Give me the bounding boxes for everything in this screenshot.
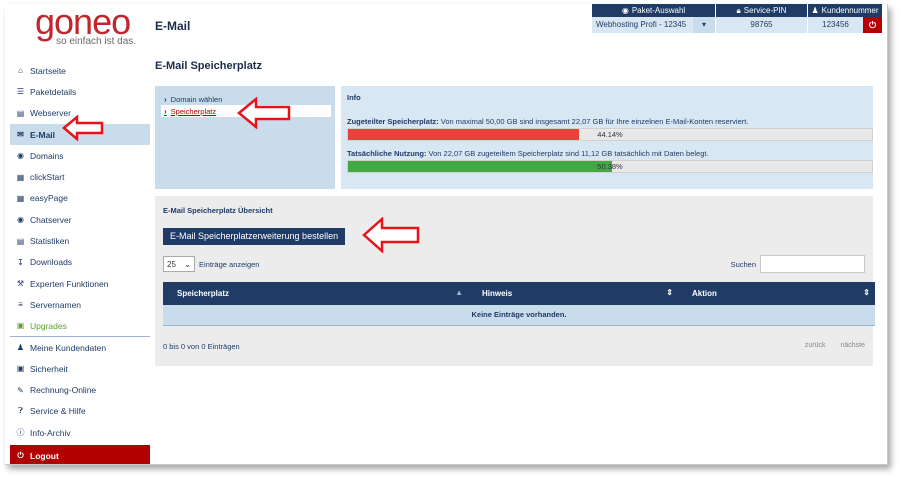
used-text: Tatsächliche Nutzung: Von 22,07 GB zuget… <box>347 149 709 158</box>
allocated-progress-bar: 44.14% <box>347 128 873 141</box>
sidebar-item-domains[interactable]: ◉ Domains <box>10 145 150 166</box>
empty-message: Keine Einträge vorhanden. <box>163 305 875 326</box>
sidebar-item-kundendaten[interactable]: ♟ Meine Kundendaten <box>10 337 150 358</box>
sidebar-item-easypage[interactable]: ▦ easyPage <box>10 188 150 209</box>
envelope-icon: ✉ <box>17 130 24 140</box>
arrow-annotation-order <box>362 217 420 253</box>
overview-panel: E-Mail Speicherplatz Übersicht E-Mail Sp… <box>155 196 875 366</box>
sidebar-item-chatserver[interactable]: ◉ Chatserver <box>10 209 150 230</box>
section-title: E-Mail Speicherplatz <box>155 60 262 72</box>
wrench-icon: ⚒ <box>16 279 25 289</box>
chevron-right-icon: › <box>164 106 167 116</box>
arrow-annotation-email <box>62 115 104 141</box>
package-icon: ◉ <box>621 6 629 15</box>
chevron-right-icon: › <box>164 94 167 104</box>
sidebar-item-logout[interactable]: ⏻ Logout <box>10 445 150 464</box>
sidebar-item-rechnung[interactable]: ✎ Rechnung-Online <box>10 379 150 400</box>
page-length-select[interactable]: 25 ⌄ <box>163 256 195 272</box>
sidebar-item-upgrades[interactable]: ▣ Upgrades <box>10 316 150 337</box>
customer-header: ♟ Kundennummer <box>808 4 882 17</box>
sidebar-item-sicherheit[interactable]: ▣ Sicherheit <box>10 358 150 379</box>
pagination: zurück nächste <box>805 342 865 351</box>
column-aktion[interactable]: Aktion ⇕ <box>678 282 875 305</box>
info-title: Info <box>347 93 361 102</box>
allocated-percent: 44.14% <box>597 130 623 139</box>
sort-icon: ⇕ <box>863 288 870 297</box>
grid-icon: ▦ <box>16 193 25 203</box>
used-progress-bar: 50.38% <box>347 160 873 173</box>
sidebar-item-paketdetails[interactable]: ☰ Paketdetails <box>10 81 150 102</box>
app-window: goneo so einfach ist das. E-Mail ◉ Paket… <box>5 4 888 465</box>
storage-table: Speicherplatz ▲ Hinweis ⇕ Aktion ⇕ Keine Ei… <box>163 282 875 326</box>
table-summary: 0 bis 0 von 0 Einträgen <box>163 341 240 351</box>
order-storage-button[interactable]: E-Mail Speicherplatzerweiterung bestelle… <box>163 228 346 245</box>
power-icon: ⏻ <box>17 450 24 460</box>
sidebar-item-startseite[interactable]: ⌂ Startseite <box>10 60 150 81</box>
page-length-control: 25 ⌄ Einträge anzeigen <box>163 256 259 272</box>
sort-icon: ⇕ <box>666 288 673 297</box>
chevron-down-icon: ⌄ <box>184 259 191 269</box>
user-icon: ♟ <box>811 6 819 15</box>
table-row: Keine Einträge vorhanden. <box>163 305 875 326</box>
search-label: Suchen <box>730 259 756 269</box>
server-icon: ▤ <box>16 108 25 118</box>
used-percent: 50.38% <box>597 162 623 171</box>
sidebar-item-experten[interactable]: ⚒ Experten Funktionen <box>10 273 150 294</box>
pin-value: 98765 <box>716 17 808 33</box>
info-panel: Info Zugeteilter Speicherplatz: Von maxi… <box>341 86 873 189</box>
sidebar-item-servernamen[interactable]: ≡ Servernamen <box>10 294 150 315</box>
chart-icon: ▤ <box>16 236 25 246</box>
search-control: Suchen <box>731 255 865 273</box>
pencil-icon: ✎ <box>17 385 24 395</box>
arrow-annotation-speicherplatz <box>237 97 291 129</box>
download-icon: ↧ <box>17 257 24 267</box>
home-icon: ⌂ <box>18 66 23 76</box>
package-select[interactable]: Webhosting Profi - 12345 ▾ <box>592 17 716 33</box>
allocated-text: Zugeteilter Speicherplatz: Von maximal 5… <box>347 117 749 126</box>
question-icon: ❓︎ <box>18 406 23 416</box>
logo-tagline: so einfach ist das. <box>56 36 137 47</box>
brand-logo[interactable]: goneo so einfach ist das. <box>25 4 145 50</box>
list-icon: ☰ <box>16 87 25 97</box>
cart-icon: ▣ <box>16 321 25 331</box>
caret-down-icon[interactable]: ▾ <box>693 17 715 33</box>
overview-title: E-Mail Speicherplatz Übersicht <box>163 206 273 215</box>
sidebar-item-downloads[interactable]: ↧ Downloads <box>10 252 150 273</box>
globe-icon: ◉ <box>17 151 24 161</box>
page-header-title: E-Mail <box>155 19 191 33</box>
sidebar-item-info-archiv[interactable]: ⓘ Info-Archiv <box>10 422 150 443</box>
column-hinweis[interactable]: Hinweis ⇕ <box>468 282 678 305</box>
user-icon: ♟ <box>16 343 25 352</box>
cubes-icon: ▦ <box>16 172 25 182</box>
power-icon[interactable]: ⏻ <box>863 17 882 33</box>
next-page-button[interactable]: nächste <box>840 342 865 351</box>
pin-header: 🔒︎ Service-PIN <box>716 4 808 17</box>
account-panel: ◉ Paket-Auswahl 🔒︎ Service-PIN ♟ Kundenn… <box>592 4 882 33</box>
column-speicherplatz[interactable]: Speicherplatz ▲ <box>163 282 468 305</box>
prev-page-button[interactable]: zurück <box>805 342 826 351</box>
sidebar-item-service[interactable]: ❓︎ Service & Hilfe <box>10 401 150 422</box>
customer-value: 123456 <box>822 20 849 29</box>
sidebar-item-clickstart[interactable]: ▦ clickStart <box>10 166 150 187</box>
main-content: E-Mail Speicherplatz › Domain wählen › Spe… <box>155 60 875 366</box>
sidebar-item-statistiken[interactable]: ▤ Statistiken <box>10 230 150 251</box>
package-header: ◉ Paket-Auswahl <box>592 4 716 17</box>
menu-icon: ≡ <box>18 300 23 310</box>
sort-asc-icon: ▲ <box>455 288 463 297</box>
search-input[interactable] <box>760 255 865 273</box>
lock-icon: 🔒︎ <box>736 6 741 15</box>
info-icon: ⓘ <box>16 428 25 438</box>
lock-icon: ▣ <box>16 364 25 374</box>
customer-value-cell: 123456 ⏻ <box>808 17 882 33</box>
chat-icon: ◉ <box>17 215 24 225</box>
